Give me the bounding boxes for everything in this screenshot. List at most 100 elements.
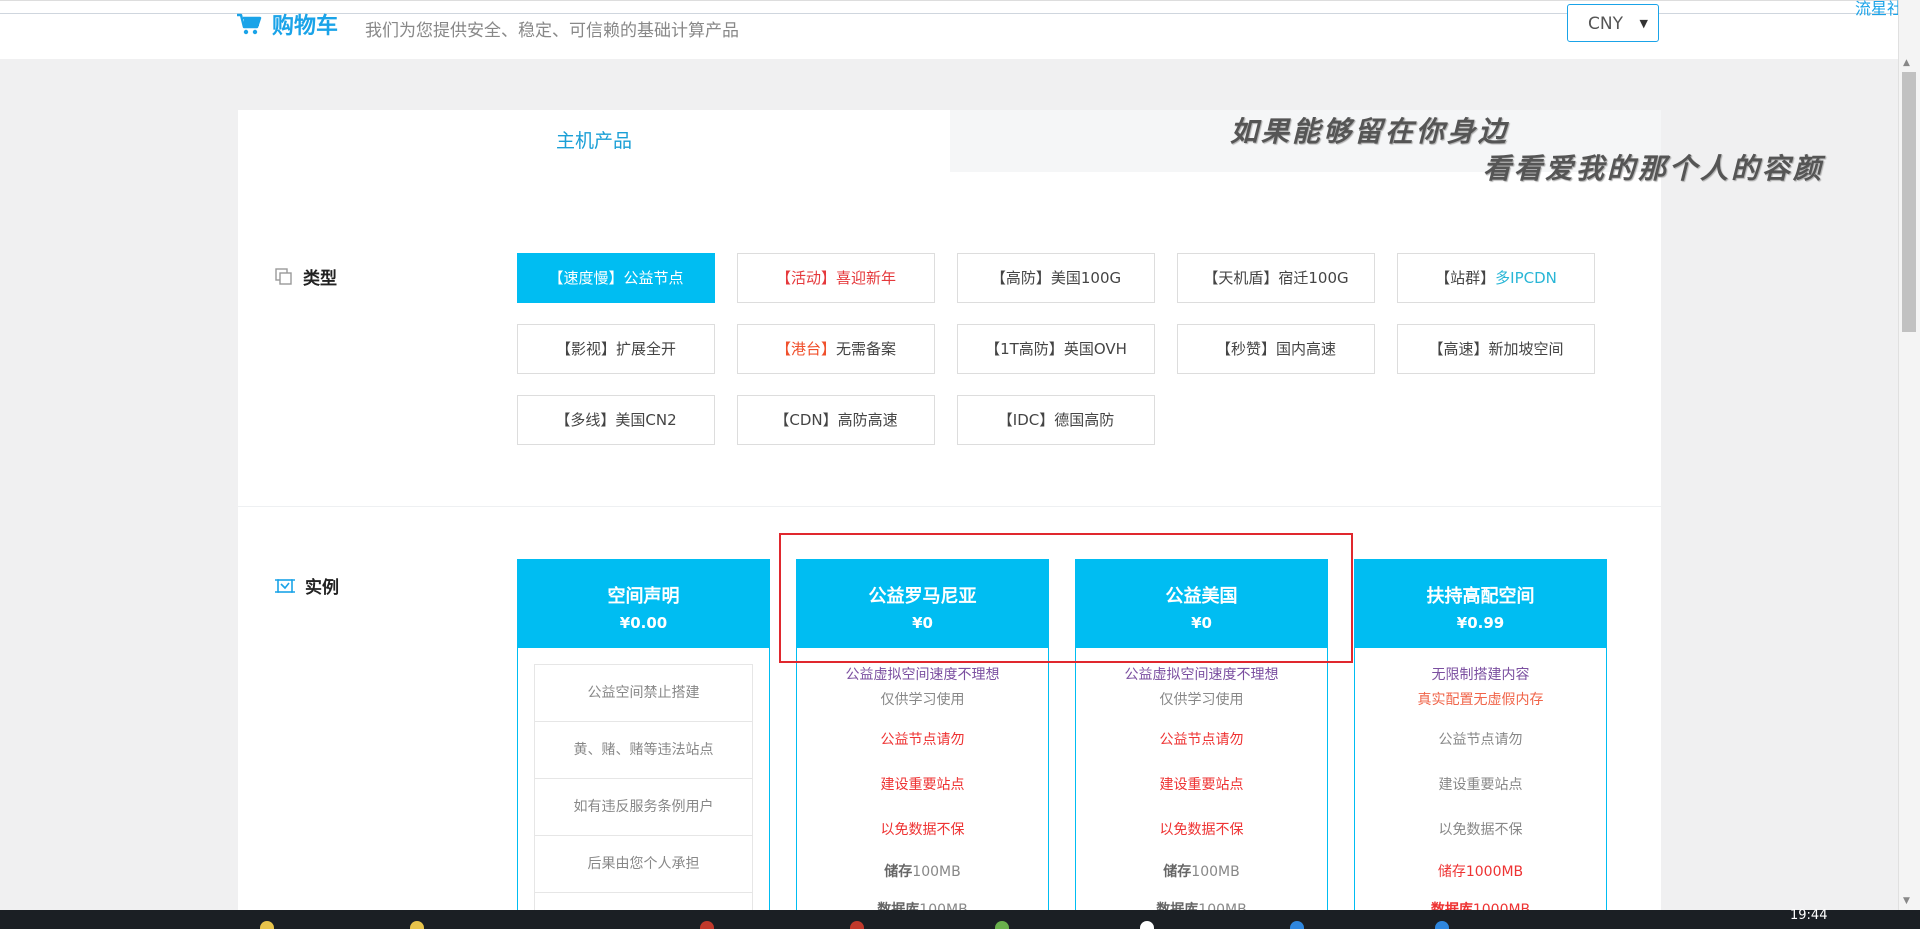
os-taskbar — [0, 910, 1920, 929]
list-item: 真实配置无虚假内存 — [1417, 692, 1544, 708]
type-button-new-year[interactable]: 【活动】喜迎新年 — [737, 253, 935, 303]
section-divider — [238, 506, 1661, 507]
type-button-suffix: 高防高速 — [837, 411, 898, 429]
card-features: 无限制搭建内容 真实配置无虚假内存 公益节点请勿 建设重要站点 以免数据不保 储… — [1355, 664, 1606, 918]
type-button-prefix: 【IDC】 — [997, 411, 1055, 429]
currency-value: CNY — [1588, 14, 1623, 34]
list-item: 以免数据不保 — [1159, 822, 1244, 838]
type-button-prefix: 【站群】 — [1435, 269, 1496, 287]
type-button-germany[interactable]: 【IDC】德国高防 — [957, 395, 1155, 445]
type-button-prefix: 【1T高防】 — [985, 340, 1064, 358]
type-button-suffix: 德国高防 — [1054, 411, 1115, 429]
taskbar-app-icon[interactable] — [1290, 921, 1304, 929]
taskbar-app-icon[interactable] — [700, 921, 714, 929]
list-item: 以免数据不保 — [1438, 822, 1523, 838]
type-button-suffix: 国内高速 — [1276, 340, 1337, 358]
type-button-prefix: 【速度慢】 — [548, 269, 624, 287]
card-header: 空间声明 ¥0.00 — [518, 560, 769, 648]
storage-value: 100MB — [1191, 864, 1240, 880]
card-price: ¥0.00 — [619, 614, 668, 632]
instance-icon — [275, 578, 295, 593]
instance-card-statement[interactable]: 空间声明 ¥0.00 公益空间禁止搭建 黄、赌、赌等违法站点 如有违反服务条例用… — [517, 559, 770, 919]
card-price: ¥0.99 — [1456, 614, 1505, 632]
type-label-text: 类型 — [303, 269, 337, 289]
type-button-suffix: 公益节点 — [623, 269, 684, 287]
overlay-lyric-2: 看看爱我的那个人的容颜 — [1483, 152, 1825, 185]
list-item: 储存100MB — [797, 861, 1048, 881]
type-button-us-cn2[interactable]: 【多线】美国CN2 — [517, 395, 715, 445]
type-button-multi-ip-cdn[interactable]: 【站群】多IPCDN — [1397, 253, 1595, 303]
taskbar-app-icon[interactable] — [1140, 921, 1154, 929]
type-button-suffix: 扩展全开 — [616, 340, 677, 358]
list-item: 公益节点请勿 — [1159, 732, 1244, 748]
card-title: 扶持高配空间 — [1426, 586, 1535, 607]
taskbar-clock: 19:44 — [1790, 908, 1828, 923]
list-item: 以免数据不保 — [880, 822, 965, 838]
type-button-singapore[interactable]: 【高速】新加坡空间 — [1397, 324, 1595, 374]
type-button-suqian-100g[interactable]: 【天机盾】宿迁100G — [1177, 253, 1375, 303]
card-title: 空间声明 — [607, 586, 680, 607]
currency-select[interactable]: CNY ▼ — [1567, 4, 1659, 42]
page-title: 购物车 — [272, 14, 339, 39]
list-item: 公益空间禁止搭建 — [534, 664, 753, 722]
type-button-uk-ovh[interactable]: 【1T高防】英国OVH — [957, 324, 1155, 374]
type-button-suffix: 喜迎新年 — [836, 269, 897, 287]
type-button-hk-tw[interactable]: 【港台】无需备案 — [737, 324, 935, 374]
type-button-domestic-fast[interactable]: 【秒赞】国内高速 — [1177, 324, 1375, 374]
type-button-us-100g[interactable]: 【高防】美国100G — [957, 253, 1155, 303]
page-subtitle: 我们为您提供安全、稳定、可信赖的基础计算产品 — [365, 21, 739, 41]
card-features: 公益虚拟空间速度不理想 仅供学习使用 公益节点请勿 建设重要站点 以免数据不保 … — [797, 664, 1048, 918]
scroll-down-icon[interactable]: ▼ — [1903, 896, 1910, 906]
taskbar-app-icon[interactable] — [260, 921, 274, 929]
scroll-up-icon[interactable]: ▲ — [1903, 58, 1910, 68]
scrollbar-thumb[interactable] — [1902, 72, 1916, 332]
type-button-prefix: 【高速】 — [1428, 340, 1489, 358]
type-button-suffix: 宿迁100G — [1278, 269, 1349, 287]
list-item: 仅供学习使用 — [1159, 692, 1244, 708]
type-button-public-node[interactable]: 【速度慢】公益节点 — [517, 253, 715, 303]
list-item: 后果由您个人承担 — [534, 836, 753, 893]
type-button-prefix: 【港台】 — [775, 340, 836, 358]
list-item: 储存1000MB — [1355, 861, 1606, 881]
list-item: 无限制搭建内容 — [1431, 667, 1530, 683]
type-button-prefix: 【CDN】 — [774, 411, 838, 429]
card-features: 公益虚拟空间速度不理想 仅供学习使用 公益节点请勿 建设重要站点 以免数据不保 … — [1076, 664, 1327, 918]
overlay-lyric-1: 如果能够留在你身边 — [1230, 115, 1510, 148]
list-item: 黄、赌、赌等违法站点 — [534, 722, 753, 779]
type-button-suffix: 新加坡空间 — [1488, 340, 1564, 358]
type-section-label: 类型 — [275, 264, 337, 289]
list-item: 建设重要站点 — [1438, 777, 1523, 793]
storage-label: 储存 — [1163, 864, 1192, 880]
type-button-prefix: 【活动】 — [775, 269, 836, 287]
type-button-cdn[interactable]: 【CDN】高防高速 — [737, 395, 935, 445]
brand: 购物车 — [236, 8, 338, 40]
type-button-suffix: 无需备案 — [836, 340, 897, 358]
instance-label-text: 实例 — [305, 578, 339, 598]
storage-label: 储存 — [884, 864, 913, 880]
tab-host-products[interactable]: 主机产品 — [238, 110, 950, 172]
type-button-suffix: 美国100G — [1050, 269, 1122, 287]
list-item: 如有违反服务条例用户 — [534, 779, 753, 836]
instance-card-premium[interactable]: 扶持高配空间 ¥0.99 无限制搭建内容 真实配置无虚假内存 公益节点请勿 建设… — [1354, 559, 1607, 919]
taskbar-app-icon[interactable] — [995, 921, 1009, 929]
highlight-box — [779, 533, 1353, 663]
type-button-suffix: 英国OVH — [1063, 340, 1127, 358]
type-button-prefix: 【天机盾】 — [1203, 269, 1279, 287]
card-features: 公益空间禁止搭建 黄、赌、赌等违法站点 如有违反服务条例用户 后果由您个人承担 — [534, 664, 753, 918]
list-item: 公益节点请勿 — [1438, 732, 1523, 748]
taskbar-app-icon[interactable] — [850, 921, 864, 929]
list-item: 储存100MB — [1076, 861, 1327, 881]
type-button-suffix: 美国CN2 — [615, 411, 677, 429]
storage-value: 1000MB — [1465, 864, 1524, 880]
taskbar-app-icon[interactable] — [410, 921, 424, 929]
taskbar-app-icon[interactable] — [1435, 921, 1449, 929]
type-button-suffix: 多IPCDN — [1495, 269, 1557, 287]
storage-label: 储存 — [1437, 864, 1466, 880]
type-button-prefix: 【高防】 — [990, 269, 1051, 287]
type-button-video[interactable]: 【影视】扩展全开 — [517, 324, 715, 374]
cart-icon — [237, 13, 262, 35]
storage-value: 100MB — [912, 864, 961, 880]
type-button-prefix: 【秒赞】 — [1215, 340, 1276, 358]
list-item: 仅供学习使用 — [880, 692, 965, 708]
list-item: 公益虚拟空间速度不理想 — [845, 667, 1000, 683]
